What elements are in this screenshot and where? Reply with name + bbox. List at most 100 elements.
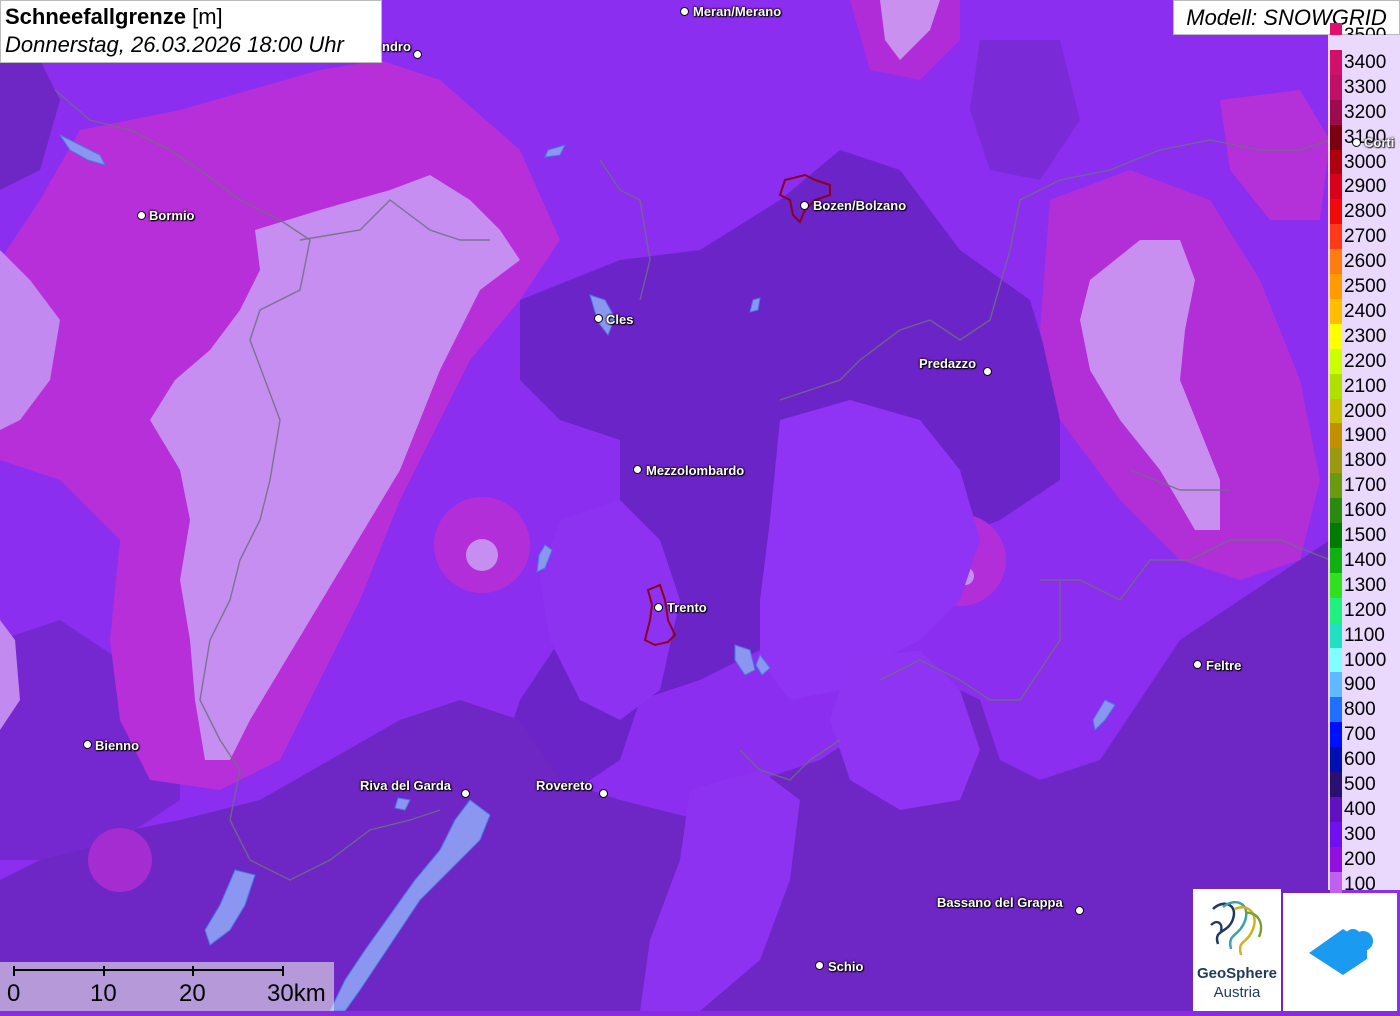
legend-item: 2600 (1328, 249, 1400, 275)
city-marker[interactable] (633, 465, 642, 474)
legend-swatch (1330, 23, 1342, 35)
cloud-logo-icon (1309, 929, 1373, 975)
legend-swatch (1330, 224, 1342, 250)
city-marker[interactable] (599, 789, 608, 798)
city-marker[interactable] (461, 789, 470, 798)
legend-label: 2600 (1344, 251, 1387, 273)
legend-label: 1500 (1344, 525, 1387, 546)
legend-swatch (1330, 323, 1342, 349)
legend-item: 1400 (1328, 547, 1400, 573)
legend-item: 600 (1328, 747, 1400, 773)
legend-label: 800 (1344, 699, 1376, 721)
legend-item: 2300 (1328, 323, 1400, 349)
legend-swatch (1330, 547, 1342, 573)
legend-item: 2200 (1328, 348, 1400, 374)
scale-label: 30km (267, 980, 326, 1007)
legend-item: 900 (1328, 672, 1400, 698)
legend-label: 1200 (1344, 599, 1387, 621)
legend-label: 2900 (1344, 176, 1387, 198)
legend-item: 1800 (1328, 448, 1400, 474)
legend-label: 1600 (1344, 500, 1387, 522)
city-marker[interactable] (1193, 660, 1202, 669)
city-marker[interactable] (594, 314, 603, 323)
legend-label: 2300 (1344, 325, 1387, 347)
legend-swatch (1330, 622, 1342, 648)
legend-label: 2200 (1344, 350, 1387, 372)
legend-label: 300 (1344, 823, 1376, 845)
city-marker[interactable] (800, 201, 809, 210)
legend-swatch (1330, 846, 1342, 872)
geosphere-name: GeoSphere (1196, 965, 1278, 982)
legend-item: 400 (1328, 796, 1400, 822)
city-marker[interactable] (654, 603, 663, 612)
geosphere-logo[interactable]: GeoSphere Austria (1193, 889, 1281, 1011)
legend-swatch (1330, 124, 1342, 150)
legend-item: 2800 (1328, 199, 1400, 225)
city-label: Riva del Garda (360, 778, 452, 793)
legend-swatch (1330, 49, 1342, 75)
legend-swatch (1330, 796, 1342, 822)
legend-item: 1100 (1328, 622, 1400, 648)
scale-label: 0 (7, 980, 21, 1007)
map-title: Schneefallgrenze [m] (5, 4, 223, 29)
legend-swatch (1330, 373, 1342, 399)
city-marker[interactable] (413, 50, 422, 59)
legend-label: 1000 (1344, 649, 1387, 671)
legend-swatch (1330, 597, 1342, 623)
legend-label: 2000 (1344, 400, 1387, 422)
legend-label: 1100 (1344, 624, 1385, 646)
legend-swatch (1330, 149, 1342, 175)
city-label: Meran/Merano (693, 4, 782, 19)
legend-item: 2900 (1328, 174, 1400, 200)
city-label: Cles (606, 312, 634, 327)
legend-swatch (1330, 647, 1342, 673)
light-spot (466, 539, 498, 571)
legend-swatch (1330, 249, 1342, 275)
snowfall-map[interactable] (0, 0, 1400, 1011)
scale-label: 20 (179, 980, 206, 1007)
legend-item: 3500 (1328, 23, 1400, 35)
legend-label: 1400 (1344, 549, 1387, 571)
legend-item: 1500 (1328, 523, 1400, 548)
legend-label: 600 (1344, 749, 1376, 771)
legend-label: 1900 (1344, 425, 1387, 447)
legend-swatch (1330, 274, 1342, 299)
legend-label: 1800 (1344, 450, 1387, 472)
legend-label: 1700 (1344, 475, 1387, 497)
legend-swatch (1330, 722, 1342, 748)
legend-item: 1700 (1328, 473, 1400, 499)
legend-label: 900 (1344, 674, 1376, 696)
legend-item: 2100 (1328, 373, 1400, 399)
legend-swatch (1330, 747, 1342, 773)
legend-label: 2700 (1344, 226, 1387, 248)
city-label: Mezzolombardo (646, 463, 745, 478)
city-marker[interactable] (1352, 138, 1361, 147)
city-marker[interactable] (815, 961, 824, 970)
legend-item: 700 (1328, 722, 1400, 748)
app-logo[interactable] (1283, 893, 1397, 1011)
city-marker[interactable] (83, 740, 92, 749)
legend-label: 2100 (1344, 375, 1387, 397)
city-marker[interactable] (680, 7, 689, 16)
city-marker[interactable] (137, 211, 146, 220)
legend-swatch (1330, 772, 1342, 797)
city-label: Bassano del Grappa (937, 895, 1063, 910)
legend-item: 200 (1328, 846, 1400, 872)
legend-item: 1000 (1328, 647, 1400, 673)
legend-swatch (1330, 74, 1342, 100)
scale-bar: 0 10 20 30km (0, 962, 334, 1011)
legend-label: 3200 (1344, 101, 1387, 123)
legend-swatch (1330, 174, 1342, 200)
city-label: Predazzo (919, 356, 977, 371)
legend-item: 2400 (1328, 298, 1400, 324)
city-marker[interactable] (1075, 906, 1084, 915)
legend-swatch (1330, 473, 1342, 499)
magenta-spot (88, 828, 152, 892)
legend-item: 2700 (1328, 224, 1400, 250)
legend-swatch (1330, 398, 1342, 424)
city-marker[interactable] (983, 367, 992, 376)
legend-label: 700 (1344, 724, 1376, 746)
map-title-box: Schneefallgrenze [m] Donnerstag, 26.03.2… (0, 0, 382, 63)
legend-label: 3300 (1344, 76, 1387, 98)
city-label: Corti (1364, 135, 1395, 150)
